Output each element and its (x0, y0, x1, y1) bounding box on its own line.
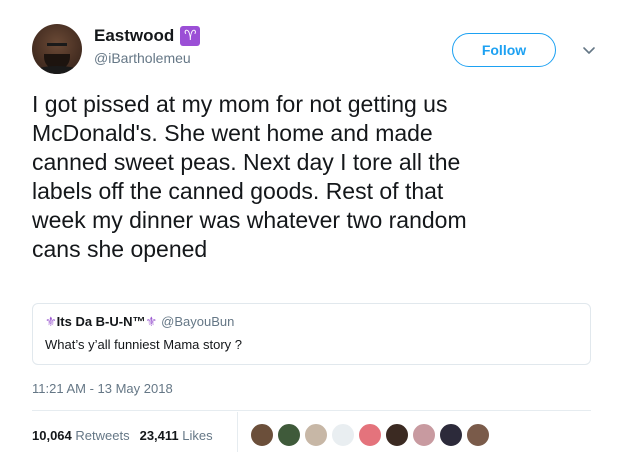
liker-avatar[interactable] (439, 423, 463, 447)
retweets-label: Retweets (75, 428, 130, 443)
tweet-text: I got pissed at my mom for not getting u… (32, 91, 467, 262)
quoted-tweet-header: ⚜Its Da B-U-N™⚜ @BayouBun (45, 314, 578, 331)
liker-avatar[interactable] (385, 423, 409, 447)
liker-avatar[interactable] (304, 423, 328, 447)
quoted-tweet[interactable]: ⚜Its Da B-U-N™⚜ @BayouBun What’s y’all fu… (32, 303, 591, 365)
likes-stat[interactable]: 23,411 Likes (140, 428, 213, 443)
liker-avatar[interactable] (331, 423, 355, 447)
likes-count: 23,411 (139, 428, 179, 443)
user-handle[interactable]: @iBartholemeu (94, 50, 200, 66)
quoted-handle: @BayouBun (161, 314, 235, 329)
divider (32, 410, 591, 411)
liker-avatar[interactable] (358, 423, 382, 447)
avatar[interactable] (32, 24, 82, 74)
follow-button[interactable]: Follow (452, 33, 556, 67)
liker-avatar[interactable] (277, 423, 301, 447)
fleur-de-lis-icon: ⚜ (145, 315, 158, 330)
retweets-stat[interactable]: 10,064 Retweets (32, 428, 130, 443)
fleur-de-lis-icon: ⚜ (45, 315, 57, 330)
likes-label: Likes (182, 428, 213, 443)
retweets-count: 10,064 (32, 428, 72, 443)
display-name[interactable]: Eastwood (94, 26, 174, 46)
aries-icon: ♈ (180, 26, 201, 46)
tweet-timestamp[interactable]: 11:21 AM - 13 May 2018 (32, 381, 173, 396)
tweet-stats: 10,064 Retweets 23,411 Likes (32, 428, 213, 443)
liker-avatar[interactable] (466, 423, 490, 447)
tweet-header: Eastwood ♈ @iBartholemeu Follow (32, 20, 602, 80)
quoted-tweet-text: What’s y’all funniest Mama story ? (45, 337, 242, 352)
stats-separator (237, 412, 238, 452)
chevron-down-icon[interactable] (579, 40, 599, 60)
liker-avatar[interactable] (412, 423, 436, 447)
liker-avatar[interactable] (250, 423, 274, 447)
user-name-block[interactable]: Eastwood ♈ @iBartholemeu (94, 26, 201, 66)
quoted-display-name: Its Da B-U-N™ (56, 314, 146, 329)
